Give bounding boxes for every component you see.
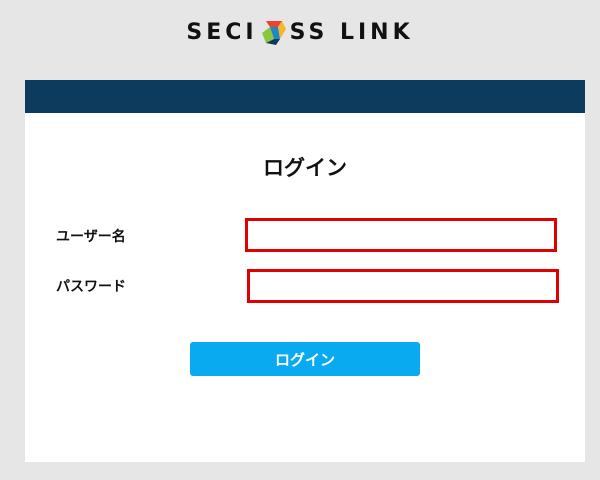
- password-field[interactable]: [247, 269, 559, 303]
- page-title: ログイン: [263, 156, 347, 180]
- username-field[interactable]: [245, 218, 557, 252]
- logo-text: SECI SS LINK: [186, 17, 413, 47]
- card-header-bar: [25, 80, 585, 113]
- logo-text-right: SS LINK: [289, 19, 414, 45]
- seciss-logo-icon: [261, 21, 286, 45]
- logo: SECI SS LINK: [0, 14, 600, 50]
- login-button[interactable]: ログイン: [190, 342, 420, 376]
- logo-text-left: SECI: [186, 19, 258, 45]
- password-label: パスワード: [56, 279, 126, 295]
- login-card: ログイン ユーザー名 パスワード ログイン: [25, 80, 585, 462]
- login-page: SECI SS LINK ログイン ユーザー名 パスワード ログイン: [0, 0, 600, 480]
- username-label: ユーザー名: [56, 229, 126, 245]
